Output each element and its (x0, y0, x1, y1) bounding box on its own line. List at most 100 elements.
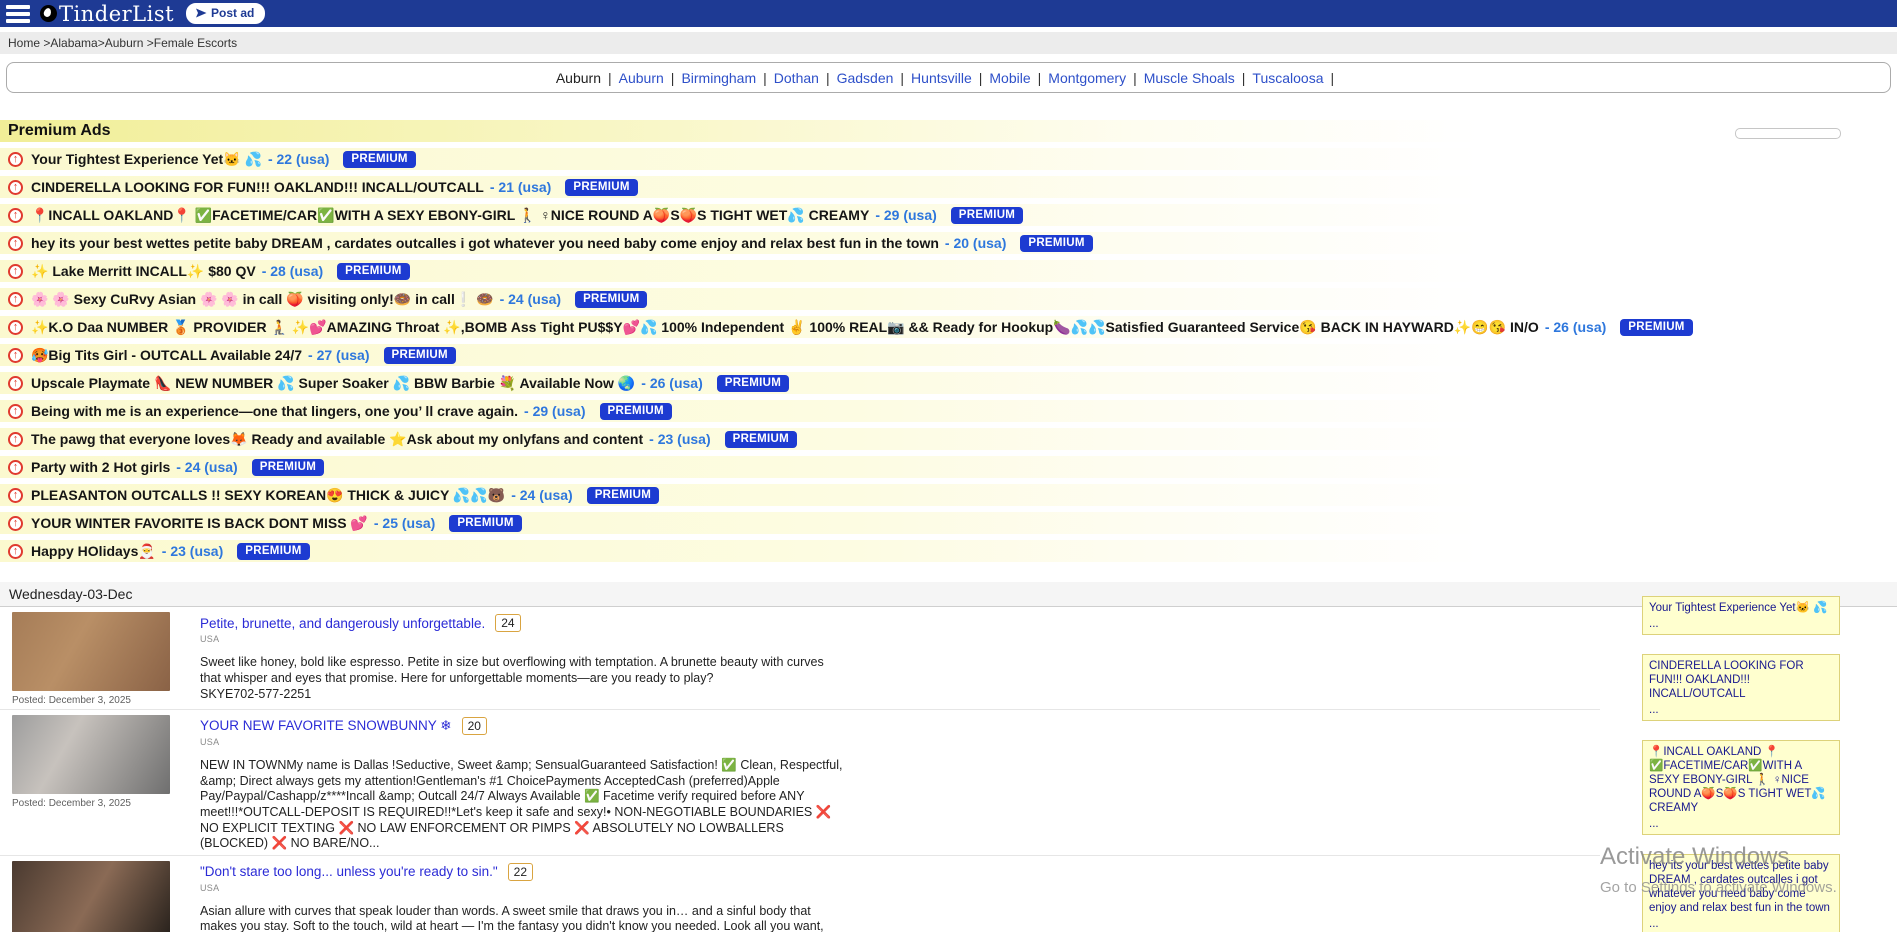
up-arrow-icon: ↑ (8, 320, 23, 335)
scrollbar-thumb[interactable] (1735, 128, 1841, 139)
age-badge: 20 (462, 717, 487, 735)
city-separator: | (1133, 70, 1137, 86)
premium-badge: PREMIUM (575, 291, 647, 308)
city-link[interactable]: Birmingham (681, 70, 756, 86)
premium-ad-age-link[interactable]: - 21 (usa) (490, 179, 551, 195)
listing-description: Sweet like honey, bold like espresso. Pe… (200, 655, 844, 686)
sidebar-ad-box[interactable]: ↑CINDERELLA LOOKING FOR FUN!!! OAKLAND!!… (1642, 654, 1840, 721)
premium-ad-age-link[interactable]: - 29 (usa) (875, 207, 936, 223)
premium-ad-row: ↑ The pawg that everyone loves🦊 Ready an… (0, 428, 1897, 450)
sidebar-ad-box[interactable]: ↑Your Tightest Experience Yet🐱 💦 ... (1642, 596, 1840, 635)
premium-ad-age-link[interactable]: - 27 (usa) (308, 347, 369, 363)
premium-ad-title-link[interactable]: 📍INCALL OAKLAND📍 ✅FACETIME/CAR✅WITH A SE… (31, 207, 869, 224)
up-arrow-icon: ↑ (8, 180, 23, 195)
listing-row: Posted: December 3, 2025 YOUR NEW FAVORI… (0, 710, 1600, 856)
up-arrow-icon: ↑ (8, 404, 23, 419)
premium-badge: PREMIUM (237, 543, 309, 560)
listing-thumbnail[interactable] (12, 861, 170, 932)
premium-ad-age-link[interactable]: - 26 (usa) (1545, 319, 1606, 335)
city-link[interactable]: Huntsville (911, 70, 972, 86)
premium-ad-row: ↑ Party with 2 Hot girls - 24 (usa) PREM… (0, 456, 1897, 478)
premium-ad-age-link[interactable]: - 26 (usa) (641, 375, 702, 391)
sidebar-ad-ellipsis: ... (1649, 917, 1833, 931)
age-badge: 24 (495, 614, 520, 632)
premium-ads-section: Premium Ads ↑ Your Tightest Experience Y… (0, 120, 1897, 562)
sidebar-ad-box[interactable]: ↑📍INCALL OAKLAND 📍✅FACETIME/CAR✅WITH A S… (1642, 740, 1840, 835)
listing-description: Asian allure with curves that speak loud… (200, 904, 844, 932)
tinderlist-logo-icon (40, 5, 57, 22)
premium-ad-title-link[interactable]: PLEASANTON OUTCALLS !! SEXY KOREAN😍 THIC… (31, 487, 505, 504)
listing-thumbnail[interactable] (12, 715, 170, 794)
premium-ad-title-link[interactable]: Your Tightest Experience Yet🐱 💦 (31, 151, 262, 168)
premium-ad-title-link[interactable]: Being with me is an experience—one that … (31, 403, 518, 419)
premium-badge: PREMIUM (343, 151, 415, 168)
premium-ad-age-link[interactable]: - 23 (usa) (162, 543, 223, 559)
city-link[interactable]: Tuscaloosa (1252, 70, 1323, 86)
premium-ad-title-link[interactable]: ✨K.O Daa NUMBER 🥉 PROVIDER 🧎 ✨💕AMAZING T… (31, 319, 1539, 336)
premium-ad-age-link[interactable]: - 28 (usa) (262, 263, 323, 279)
sidebar-ad-text: 📍INCALL OAKLAND 📍✅FACETIME/CAR✅WITH A SE… (1649, 746, 1826, 814)
premium-ad-row: ↑ ✨K.O Daa NUMBER 🥉 PROVIDER 🧎 ✨💕AMAZING… (0, 316, 1897, 338)
premium-ad-title-link[interactable]: Happy HOlidays🎅 (31, 543, 156, 560)
up-arrow-icon: ↑ (8, 264, 23, 279)
city-link[interactable]: Mobile (989, 70, 1030, 86)
premium-badge: PREMIUM (384, 347, 456, 364)
page: TinderList Post ad Home >Alabama>Auburn … (0, 0, 1897, 932)
listing-title-link[interactable]: "Don't stare too long... unless you're r… (200, 864, 498, 879)
premium-ad-title-link[interactable]: The pawg that everyone loves🦊 Ready and … (31, 431, 643, 448)
post-ad-label: Post ad (211, 6, 254, 20)
up-arrow-icon: ↑ (8, 488, 23, 503)
premium-badge: PREMIUM (717, 375, 789, 392)
premium-ad-age-link[interactable]: - 20 (usa) (945, 235, 1006, 251)
premium-badge: PREMIUM (725, 431, 797, 448)
premium-ad-title-link[interactable]: Party with 2 Hot girls (31, 459, 170, 475)
sidebar-ad-ellipsis: ... (1649, 703, 1833, 717)
city-link[interactable]: Montgomery (1048, 70, 1126, 86)
listing-phone: SKYE702-577-2251 (200, 687, 844, 701)
age-badge: 22 (508, 863, 533, 881)
premium-ad-age-link[interactable]: - 22 (usa) (268, 151, 329, 167)
site-logo[interactable]: TinderList (40, 2, 174, 26)
premium-ad-title-link[interactable]: 🥵Big Tits Girl - OUTCALL Available 24/7 (31, 347, 302, 364)
listing-country: USA (200, 737, 844, 747)
listing-country: USA (200, 883, 844, 893)
sidebar-ad-ellipsis: ... (1649, 817, 1833, 831)
up-arrow-icon: ↑ (8, 236, 23, 251)
premium-ad-title-link[interactable]: CINDERELLA LOOKING FOR FUN!!! OAKLAND!!!… (31, 179, 484, 195)
premium-ad-title-link[interactable]: hey its your best wettes petite baby DRE… (31, 235, 939, 251)
premium-ad-title-link[interactable]: 🌸 🌸 Sexy CuRvy Asian 🌸 🌸 in call 🍑 visit… (31, 291, 494, 308)
listing-body: Petite, brunette, and dangerously unforg… (184, 612, 844, 706)
premium-ad-age-link[interactable]: - 24 (usa) (500, 291, 561, 307)
premium-ad-age-link[interactable]: - 25 (usa) (374, 515, 435, 531)
listing-title-link[interactable]: YOUR NEW FAVORITE SNOWBUNNY ❄ (200, 718, 452, 734)
breadcrumb[interactable]: Home >Alabama>Auburn >Female Escorts (8, 36, 237, 50)
city-separator: | (1331, 70, 1335, 86)
listing-body: YOUR NEW FAVORITE SNOWBUNNY ❄ 20 USA NEW… (184, 715, 844, 852)
hamburger-menu-icon[interactable] (6, 5, 30, 23)
premium-ad-title-link[interactable]: ✨ Lake Merritt INCALL✨ $80 QV (31, 263, 256, 280)
premium-badge: PREMIUM (600, 403, 672, 420)
city-link[interactable]: Gadsden (837, 70, 894, 86)
city-separator: | (671, 70, 675, 86)
up-arrow-icon: ↑ (8, 432, 23, 447)
listing-left-column: Posted: December 3, 2025 (12, 861, 184, 932)
sidebar-ad-box[interactable]: ↑hey its your best wettes petite baby DR… (1642, 854, 1840, 932)
city-link[interactable]: Dothan (774, 70, 819, 86)
premium-ads-heading: Premium Ads (0, 120, 1897, 142)
premium-ad-row: ↑ CINDERELLA LOOKING FOR FUN!!! OAKLAND!… (0, 176, 1897, 198)
premium-badge: PREMIUM (565, 179, 637, 196)
premium-ad-age-link[interactable]: - 29 (usa) (524, 403, 585, 419)
city-link[interactable]: Auburn (619, 70, 664, 86)
listing-title-link[interactable]: Petite, brunette, and dangerously unforg… (200, 616, 485, 631)
listing-thumbnail[interactable] (12, 612, 170, 691)
premium-ad-title-link[interactable]: YOUR WINTER FAVORITE IS BACK DONT MISS 💕 (31, 515, 368, 532)
premium-ad-age-link[interactable]: - 23 (usa) (649, 431, 710, 447)
premium-ad-title-link[interactable]: Upscale Playmate 👠 NEW NUMBER 💦 Super So… (31, 375, 635, 392)
premium-ad-age-link[interactable]: - 24 (usa) (511, 487, 572, 503)
up-arrow-icon: ↑ (8, 516, 23, 531)
city-link[interactable]: Muscle Shoals (1144, 70, 1235, 86)
premium-ad-age-link[interactable]: - 24 (usa) (176, 459, 237, 475)
sidebar-ad-text: CINDERELLA LOOKING FOR FUN!!! OAKLAND!!!… (1649, 660, 1804, 700)
listing-description: NEW IN TOWNMy name is Dallas !Seductive,… (200, 758, 844, 852)
post-ad-button[interactable]: Post ad (186, 3, 265, 24)
